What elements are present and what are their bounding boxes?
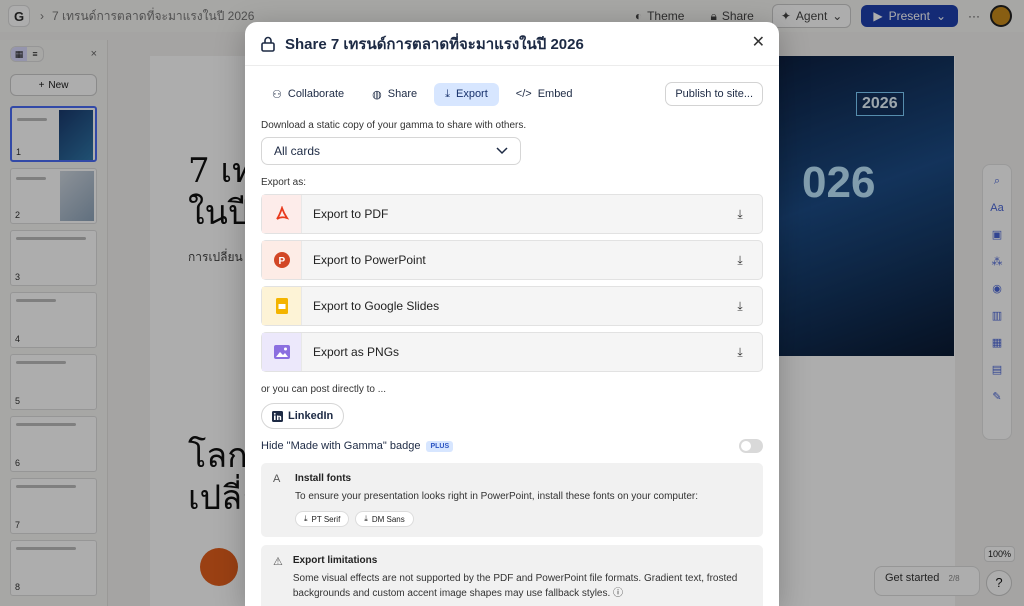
close-icon[interactable]: ✕ <box>752 32 765 52</box>
tab-share[interactable]: ◍ Share <box>361 83 428 106</box>
export-limitations-text: Some visual effects are not supported by… <box>293 571 751 601</box>
download-icon: ⤓ <box>364 514 368 523</box>
hide-badge-toggle[interactable] <box>739 439 763 453</box>
svg-text:P: P <box>278 256 285 267</box>
tab-export[interactable]: ⤓ Export <box>434 82 499 106</box>
download-icon: ⤓ <box>737 344 743 359</box>
lock-icon <box>261 36 275 52</box>
font-name: DM Sans <box>371 514 405 524</box>
publish-to-site-button[interactable]: Publish to site... <box>665 82 763 106</box>
export-limitations-box: ⚠ Export limitations Some visual effects… <box>261 545 763 606</box>
export-label: Export to PowerPoint <box>313 253 426 267</box>
powerpoint-icon: P <box>262 241 302 279</box>
warning-icon: ⚠ <box>273 556 283 568</box>
modal-title: Share 7 เทรนด์การตลาดที่จะมาแรงในปี 2026 <box>285 35 584 53</box>
install-fonts-text: To ensure your presentation looks right … <box>295 491 698 502</box>
add-user-icon: ⚇ <box>272 88 282 101</box>
install-fonts-box: A Install fonts To ensure your presentat… <box>261 463 763 537</box>
download-icon: ⤓ <box>737 252 743 267</box>
image-icon <box>262 333 302 371</box>
export-pdf-row[interactable]: Export to PDF ⤓ <box>261 194 763 234</box>
export-description: Download a static copy of your gamma to … <box>261 120 527 131</box>
export-powerpoint-row[interactable]: P Export to PowerPoint ⤓ <box>261 240 763 280</box>
download-icon: ⤓ <box>737 206 743 221</box>
code-icon: </> <box>515 88 532 100</box>
hide-badge-row: Hide "Made with Gamma" badge PLUS <box>245 429 779 453</box>
chevron-down-icon <box>496 147 508 155</box>
share-modal: Share 7 เทรนด์การตลาดที่จะมาแรงในปี 2026… <box>245 22 779 606</box>
share-tabs: ⚇ Collaborate ◍ Share ⤓ Export </> Embed Pub… <box>245 66 779 106</box>
font-download-chip[interactable]: ⤓ PT Serif <box>295 511 350 527</box>
download-icon: ⤓ <box>304 514 308 523</box>
export-label: Export to PDF <box>313 207 389 221</box>
font-chips: ⤓ PT Serif ⤓ DM Sans <box>295 511 698 527</box>
google-slides-icon <box>262 287 302 325</box>
select-value: All cards <box>274 144 321 158</box>
download-icon: ⤓ <box>737 298 743 313</box>
linkedin-button[interactable]: LinkedIn <box>261 403 345 429</box>
font-name: PT Serif <box>311 514 341 524</box>
tab-embed[interactable]: </> Embed <box>505 83 584 105</box>
modal-header: Share 7 เทรนด์การตลาดที่จะมาแรงในปี 2026… <box>245 22 779 66</box>
info-icon[interactable]: ⓘ <box>613 588 623 599</box>
font-icon: A <box>273 473 281 485</box>
pdf-icon <box>262 195 302 233</box>
globe-icon: ◍ <box>372 88 382 101</box>
export-pngs-row[interactable]: Export as PNGs ⤓ <box>261 332 763 372</box>
download-icon: ⤓ <box>445 87 450 100</box>
export-as-label: Export as: <box>261 177 307 188</box>
post-directly-label: or you can post directly to ... <box>261 384 387 395</box>
tab-collaborate[interactable]: ⚇ Collaborate <box>261 83 355 106</box>
export-label: Export as PNGs <box>313 345 400 359</box>
linkedin-label: LinkedIn <box>288 410 334 422</box>
linkedin-icon <box>272 410 283 422</box>
plus-badge: PLUS <box>426 440 454 452</box>
export-label: Export to Google Slides <box>313 299 440 313</box>
install-fonts-title: Install fonts <box>295 473 352 484</box>
limitations-text: Some visual effects are not supported by… <box>292 573 738 599</box>
hide-badge-label: Hide "Made with Gamma" badge <box>261 440 421 452</box>
font-download-chip[interactable]: ⤓ DM Sans <box>355 511 414 527</box>
export-google-slides-row[interactable]: Export to Google Slides ⤓ <box>261 286 763 326</box>
cards-select[interactable]: All cards <box>261 137 521 165</box>
export-limitations-title: Export limitations <box>292 555 378 566</box>
